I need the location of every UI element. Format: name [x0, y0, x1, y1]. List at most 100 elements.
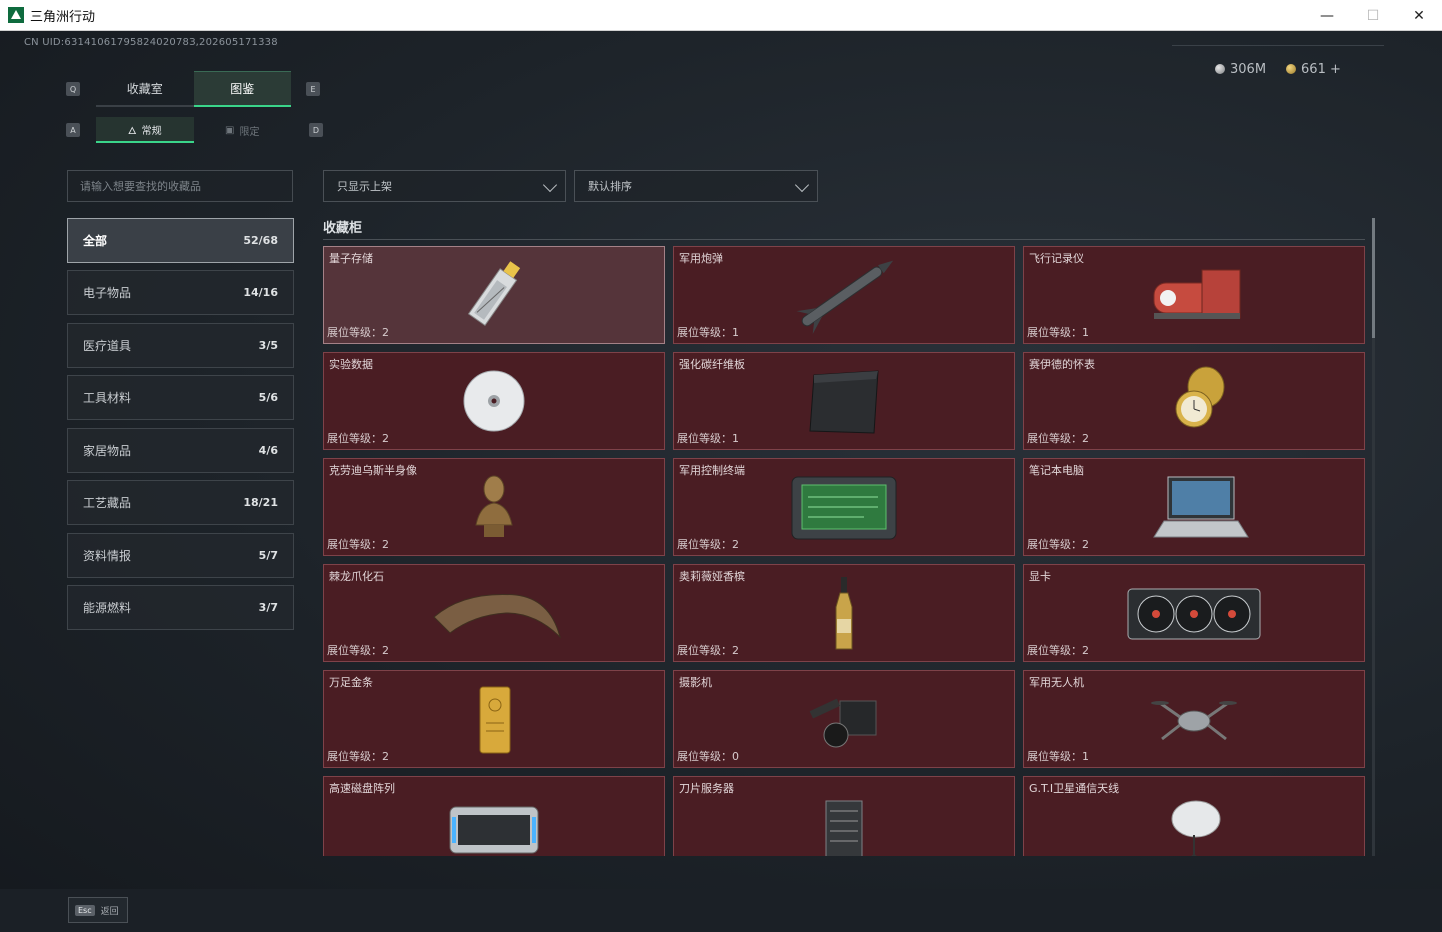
- disk-array-icon: [449, 806, 539, 854]
- item-name: 克劳迪乌斯半身像: [329, 464, 417, 477]
- terminal-icon: [791, 476, 897, 540]
- category-intel[interactable]: 资料情报 5/7: [67, 533, 294, 578]
- laptop-icon: [1153, 476, 1249, 538]
- category-crafts[interactable]: 工艺藏品 18/21: [67, 480, 294, 525]
- window-title: 三角洲行动: [30, 9, 96, 25]
- item-card[interactable]: 万足金条 展位等级：2: [323, 670, 665, 768]
- item-name: 笔记本电脑: [1029, 464, 1084, 477]
- key-hint-q: Q: [66, 82, 80, 96]
- category-label: 工具材料: [83, 391, 132, 405]
- item-card[interactable]: 实验数据 展位等级：2: [323, 352, 665, 450]
- item-card[interactable]: 棘龙爪化石 展位等级：2: [323, 564, 665, 662]
- key-hint-a: A: [66, 123, 80, 137]
- item-card[interactable]: 赛伊德的怀表 展位等级：2: [1023, 352, 1365, 450]
- display-filter-value: 只显示上架: [337, 180, 392, 193]
- disc-icon: [463, 370, 525, 432]
- display-filter-dropdown[interactable]: 只显示上架: [323, 170, 566, 202]
- champagne-icon: [835, 577, 853, 650]
- drone-icon: [1151, 701, 1237, 741]
- item-level: 展位等级：2: [327, 432, 389, 445]
- item-card[interactable]: 军用控制终端 展位等级：2: [673, 458, 1015, 556]
- search-input[interactable]: 请输入想要查找的收藏品: [67, 170, 293, 202]
- grid-scroll-thumb[interactable]: [1372, 218, 1375, 338]
- item-name: 奥莉薇娅香槟: [679, 570, 745, 583]
- category-label: 工艺藏品: [83, 496, 132, 510]
- sort-dropdown[interactable]: 默认排序: [574, 170, 818, 202]
- category-energy[interactable]: 能源燃料 3/7: [67, 585, 294, 630]
- back-label: 返回: [100, 906, 119, 917]
- flight-recorder-icon: [1153, 269, 1241, 319]
- close-button[interactable]: ✕: [1396, 0, 1442, 31]
- item-card[interactable]: 军用无人机 展位等级：1: [1023, 670, 1365, 768]
- item-card[interactable]: 飞行记录仪 展位等级：1: [1023, 246, 1365, 344]
- item-level: 展位等级：2: [327, 644, 389, 657]
- category-label: 资料情报: [83, 549, 132, 563]
- item-level: 展位等级：2: [1027, 538, 1089, 551]
- item-level: 展位等级：2: [1027, 432, 1089, 445]
- category-count: 5/7: [258, 549, 278, 562]
- currency-bar: 306M 661 +: [1215, 62, 1341, 77]
- category-electronics[interactable]: 电子物品 14/16: [67, 270, 294, 315]
- item-level: 展位等级：1: [677, 432, 739, 445]
- item-card[interactable]: 克劳迪乌斯半身像 展位等级：2: [323, 458, 665, 556]
- tab-limited[interactable]: ▣ 限定: [194, 117, 292, 143]
- item-card[interactable]: 量子存储 展位等级：2: [323, 246, 665, 344]
- item-card[interactable]: 军用炮弹 展位等级：1: [673, 246, 1015, 344]
- item-level: 展位等级：2: [677, 538, 739, 551]
- item-name: 棘龙爪化石: [329, 570, 384, 583]
- item-card[interactable]: 高速磁盘阵列: [323, 776, 665, 856]
- section-divider: [323, 239, 1365, 240]
- category-label: 全部: [83, 234, 108, 248]
- item-card[interactable]: 摄影机 展位等级：0: [673, 670, 1015, 768]
- item-card[interactable]: 强化碳纤维板 展位等级：1: [673, 352, 1015, 450]
- item-name: 飞行记录仪: [1029, 252, 1084, 265]
- category-count: 3/5: [258, 339, 278, 352]
- header-divider: [1172, 45, 1384, 46]
- pocket-watch-icon: [1175, 366, 1225, 428]
- item-name: 摄影机: [679, 676, 712, 689]
- usb-drive-icon: [467, 261, 521, 327]
- silver-coin-icon: [1215, 64, 1225, 74]
- sort-value: 默认排序: [588, 180, 632, 193]
- tab-regular[interactable]: 🜂 常规: [96, 117, 194, 143]
- item-card[interactable]: 显卡 展位等级：2: [1023, 564, 1365, 662]
- flame-icon: 🜂: [127, 125, 137, 137]
- uid-text: CN UID:6314106179582402078З,202605171338: [24, 37, 278, 48]
- claw-fossil-icon: [433, 594, 561, 639]
- category-label: 家居物品: [83, 444, 132, 458]
- category-label: 电子物品: [83, 286, 132, 300]
- category-all[interactable]: 全部 52/68: [67, 218, 294, 263]
- item-level: 展位等级：1: [1027, 750, 1089, 763]
- item-name: 军用炮弹: [679, 252, 723, 265]
- item-level: 展位等级：2: [327, 538, 389, 551]
- item-card[interactable]: G.T.I卫星通信天线: [1023, 776, 1365, 856]
- item-name: 军用控制终端: [679, 464, 745, 477]
- item-card[interactable]: 奥莉薇娅香槟 展位等级：2: [673, 564, 1015, 662]
- category-count: 5/6: [258, 391, 278, 404]
- game-area: CN UID:6314106179582402078З,202605171338…: [0, 31, 1442, 932]
- item-card[interactable]: 刀片服务器: [673, 776, 1015, 856]
- category-household[interactable]: 家居物品 4/6: [67, 428, 294, 473]
- item-name: 刀片服务器: [679, 782, 734, 795]
- silver-amount: 306M: [1230, 62, 1267, 77]
- category-medical[interactable]: 医疗道具 3/5: [67, 323, 294, 368]
- window-titlebar: 三角洲行动 — ☐ ✕: [0, 0, 1442, 31]
- minimize-button[interactable]: —: [1304, 0, 1350, 31]
- back-button[interactable]: Esc 返回: [68, 897, 128, 923]
- category-count: 3/7: [258, 601, 278, 614]
- category-tools[interactable]: 工具材料 5/6: [67, 375, 294, 420]
- item-level: 展位等级：2: [327, 326, 389, 339]
- item-name: 高速磁盘阵列: [329, 782, 395, 795]
- tab-catalog[interactable]: 图鉴: [193, 71, 291, 107]
- item-level: 展位等级：2: [327, 750, 389, 763]
- item-name: 实验数据: [329, 358, 373, 371]
- tab-regular-label: 常规: [141, 125, 162, 137]
- tab-collection-room[interactable]: 收藏室: [96, 71, 194, 107]
- add-currency-button[interactable]: +: [1330, 62, 1341, 77]
- gold-currency[interactable]: 661 +: [1286, 62, 1341, 77]
- category-count: 4/6: [258, 444, 278, 457]
- category-label: 能源燃料: [83, 601, 132, 615]
- silver-currency: 306M: [1215, 62, 1266, 77]
- maximize-button[interactable]: ☐: [1350, 0, 1396, 31]
- item-card[interactable]: 笔记本电脑 展位等级：2: [1023, 458, 1365, 556]
